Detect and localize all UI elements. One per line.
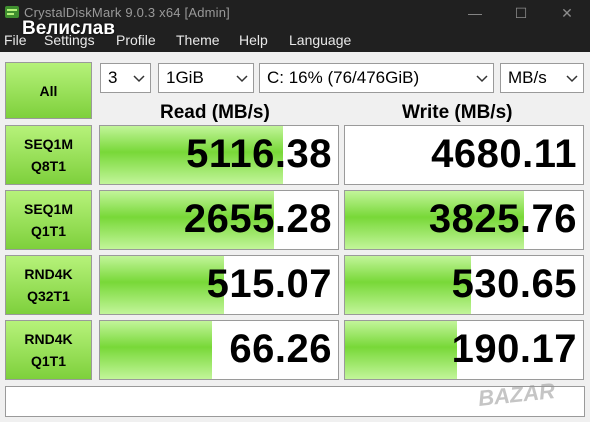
menu-language[interactable]: Language [289,32,351,48]
test-size-select[interactable]: 1GiB [158,63,254,93]
test-name-line2: Q1T1 [30,353,66,369]
write-result-value: 4680.11 [431,132,577,176]
read-result-value: 515.07 [206,262,332,306]
read-result-value: 5116.38 [186,132,332,176]
write-result-value: 190.17 [451,327,577,371]
menu-profile[interactable]: Profile [116,32,156,48]
read-result-value: 66.26 [229,327,332,371]
menu-help[interactable]: Help [239,32,268,48]
close-button[interactable]: ✕ [544,0,590,26]
test-size-value: 1GiB [166,68,204,87]
chevron-down-icon [133,75,145,83]
read-result-rnd4k-q32t1: 515.07 [99,255,339,315]
app-icon [5,6,19,18]
read-result-bar [100,256,224,314]
test-name-line2: Q32T1 [27,288,70,304]
write-result-bar [345,321,457,379]
test-name-line2: Q8T1 [30,158,66,174]
test-name-line1: RND4K [24,266,73,282]
drive-value: C: 16% (76/476GiB) [267,68,420,87]
test-count-value: 3 [108,68,118,87]
chevron-down-icon [566,75,578,83]
write-column-header: Write (MB/s) [402,102,513,123]
unit-value: MB/s [508,68,547,87]
read-result-seq1m-q1t1: 2655.28 [99,190,339,250]
test-button-rnd4k-q32t1[interactable]: RND4K Q32T1 [5,255,92,315]
all-button[interactable]: All [5,62,92,119]
chevron-down-icon [476,75,488,83]
read-result-bar [100,321,212,379]
chevron-down-icon [236,75,248,83]
test-button-rnd4k-q1t1[interactable]: RND4K Q1T1 [5,320,92,380]
unit-select[interactable]: MB/s [500,63,584,93]
test-name-line2: Q1T1 [30,223,66,239]
write-result-rnd4k-q32t1: 530.65 [344,255,584,315]
read-result-rnd4k-q1t1: 66.26 [99,320,339,380]
menu-theme[interactable]: Theme [176,32,220,48]
test-name-line1: RND4K [24,331,73,347]
read-result-seq1m-q8t1: 5116.38 [99,125,339,185]
test-count-select[interactable]: 3 [100,63,151,93]
read-result-value: 2655.28 [183,197,332,241]
write-result-value: 3825.76 [428,197,577,241]
write-result-seq1m-q1t1: 3825.76 [344,190,584,250]
drive-select[interactable]: C: 16% (76/476GiB) [259,63,494,93]
write-result-value: 530.65 [451,262,577,306]
benchmark-panel: All 3 1GiB C: 16% (76/476GiB) MB/s Read … [0,52,590,422]
write-result-seq1m-q8t1: 4680.11 [344,125,584,185]
minimize-button[interactable]: — [452,0,498,26]
title-bar: CrystalDiskMark 9.0.3 x64 [Admin] Велисл… [0,0,590,39]
maximize-button[interactable]: ☐ [498,0,544,26]
write-result-rnd4k-q1t1: 190.17 [344,320,584,380]
test-button-seq1m-q8t1[interactable]: SEQ1M Q8T1 [5,125,92,185]
overlay-name-text: Велислав [22,18,115,39]
test-name-line1: SEQ1M [23,201,73,217]
read-column-header: Read (MB/s) [160,102,270,123]
test-button-seq1m-q1t1[interactable]: SEQ1M Q1T1 [5,190,92,250]
test-name-line1: SEQ1M [23,136,73,152]
